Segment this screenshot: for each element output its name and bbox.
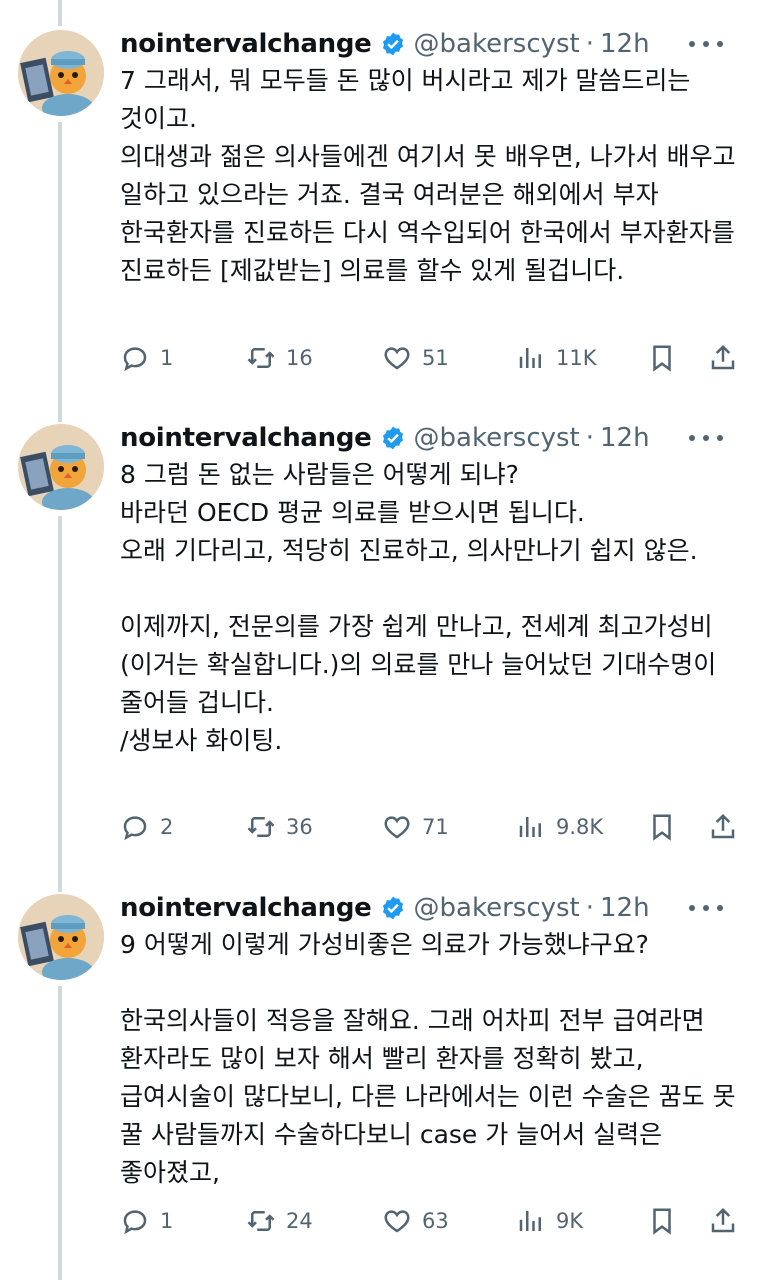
share-button[interactable] (708, 807, 738, 847)
avatar[interactable] (18, 30, 104, 116)
verified-badge-icon (380, 31, 406, 57)
retweet-button[interactable]: 24 (246, 1201, 313, 1241)
retweet-button[interactable]: 36 (246, 807, 313, 847)
author-name[interactable]: nointervalchange (120, 29, 372, 59)
tweet-header: nointervalchange @bakerscyst · 12h (120, 420, 741, 456)
tweet-text: 7 그래서, 뭐 모두들 돈 많이 버시라고 제가 말씀드리는 것이고. 의대생… (120, 66, 736, 285)
verified-badge-icon (380, 425, 406, 451)
tweet[interactable]: nointervalchange @bakerscyst · 12h 8 그럼 … (0, 394, 759, 864)
avatar-image (18, 30, 104, 116)
tweet[interactable]: nointervalchange @bakerscyst · 12h 7 그래서… (0, 0, 759, 400)
share-icon (711, 1207, 735, 1233)
views-button[interactable]: 9K (516, 1201, 583, 1241)
author-handle[interactable]: @bakerscyst (414, 423, 580, 453)
like-icon (384, 347, 410, 370)
tweet-text: 8 그럼 돈 없는 사람들은 어떻게 되냐? 바라던 OECD 평균 의료를 받… (120, 460, 717, 755)
tweet[interactable]: nointervalchange @bakerscyst · 12h 9 어떻게… (0, 864, 759, 1280)
bookmark-button[interactable] (647, 807, 677, 847)
like-button[interactable]: 63 (382, 1201, 449, 1241)
retweet-count: 16 (286, 346, 313, 370)
author-name[interactable]: nointervalchange (120, 893, 372, 923)
more-icon[interactable] (689, 34, 723, 54)
verified-badge-icon (380, 895, 406, 921)
like-button[interactable]: 51 (382, 338, 449, 378)
views-icon (519, 1211, 541, 1231)
reply-button[interactable]: 1 (120, 1201, 173, 1241)
like-count: 51 (422, 346, 449, 370)
bookmark-icon (653, 345, 671, 372)
separator-dot: · (585, 423, 595, 453)
timestamp[interactable]: 12h (600, 893, 650, 923)
reply-icon (123, 1210, 147, 1235)
retweet-count: 36 (286, 815, 313, 839)
avatar[interactable] (18, 894, 104, 980)
bookmark-icon (653, 1208, 671, 1235)
avatar-image (18, 424, 104, 510)
like-count: 71 (422, 815, 449, 839)
more-icon[interactable] (689, 428, 723, 448)
reply-button[interactable]: 2 (120, 807, 173, 847)
timestamp[interactable]: 12h (600, 423, 650, 453)
bookmark-icon (653, 814, 671, 841)
retweet-icon (247, 817, 275, 837)
tweet-actions: 2 36 71 9.8K (120, 807, 745, 847)
more-icon[interactable] (689, 898, 723, 918)
share-icon (711, 813, 735, 839)
share-button[interactable] (708, 1201, 738, 1241)
author-handle[interactable]: @bakerscyst (414, 29, 580, 59)
views-icon (519, 817, 541, 837)
separator-dot: · (585, 29, 595, 59)
reply-icon (123, 347, 147, 372)
reply-count: 2 (160, 815, 174, 839)
like-button[interactable]: 71 (382, 807, 449, 847)
reply-button[interactable]: 1 (120, 338, 173, 378)
bookmark-button[interactable] (647, 338, 677, 378)
views-count: 9K (556, 1209, 584, 1233)
like-icon (384, 1210, 410, 1233)
retweet-icon (247, 348, 275, 368)
reply-count: 1 (160, 346, 174, 370)
bookmark-button[interactable] (647, 1201, 677, 1241)
tweet-actions: 1 16 51 11K (120, 338, 745, 378)
share-button[interactable] (708, 338, 738, 378)
views-count: 9.8K (556, 815, 604, 839)
avatar[interactable] (18, 424, 104, 510)
retweet-count: 24 (286, 1209, 313, 1233)
tweet-header: nointervalchange @bakerscyst · 12h (120, 26, 741, 62)
retweet-button[interactable]: 16 (246, 338, 313, 378)
views-count: 11K (556, 346, 597, 370)
retweet-icon (247, 1211, 275, 1231)
reply-icon (123, 816, 147, 841)
timestamp[interactable]: 12h (600, 29, 650, 59)
author-handle[interactable]: @bakerscyst (414, 893, 580, 923)
views-button[interactable]: 11K (516, 338, 597, 378)
like-icon (384, 816, 410, 839)
like-count: 63 (422, 1209, 449, 1233)
reply-count: 1 (160, 1209, 174, 1233)
avatar-image (18, 894, 104, 980)
tweet-text: 9 어떻게 이렇게 가성비좋은 의료가 가능했냐구요? 한국의사들이 적응을 잘… (120, 930, 736, 1187)
share-icon (711, 344, 735, 370)
tweet-header: nointervalchange @bakerscyst · 12h (120, 890, 741, 926)
separator-dot: · (585, 893, 595, 923)
views-icon (519, 348, 541, 368)
views-button[interactable]: 9.8K (516, 807, 603, 847)
tweet-feed: nointervalchange @bakerscyst · 12h 7 그래서… (0, 0, 759, 1280)
tweet-actions: 1 24 63 9K (120, 1201, 745, 1241)
author-name[interactable]: nointervalchange (120, 423, 372, 453)
